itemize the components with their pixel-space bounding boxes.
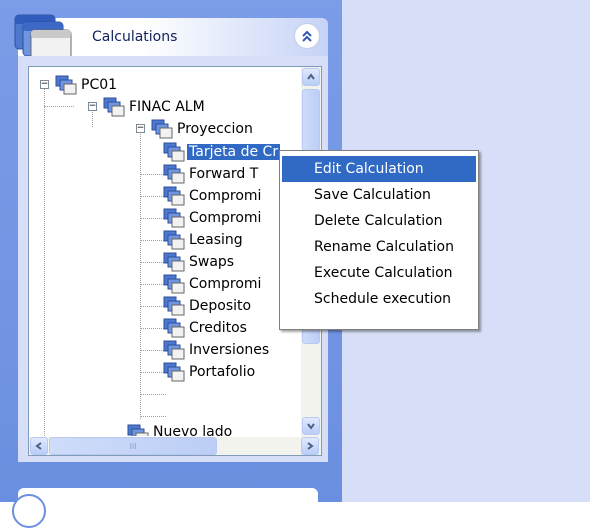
chevron-left-icon: [35, 442, 42, 450]
tree-line: [140, 416, 166, 417]
tree-node-partial[interactable]: Nuevo lado: [127, 424, 232, 436]
calculation-node-icon: [151, 119, 173, 139]
tree-node-label: Leasing: [189, 232, 243, 248]
calculation-node-icon: [127, 424, 149, 436]
tree-node-item[interactable]: Portafolio: [163, 361, 255, 383]
second-panel-icon: [12, 494, 46, 528]
menu-item-save-calculation[interactable]: Save Calculation: [282, 182, 476, 208]
menu-item-schedule-execution[interactable]: Schedule execution: [282, 286, 476, 312]
tree-node-root[interactable]: PC01: [55, 74, 117, 96]
panel-header[interactable]: Calculations: [12, 10, 328, 60]
tree-node-label: Deposito: [189, 298, 252, 314]
tree-node-label: Nuevo lado: [153, 424, 233, 436]
calculation-node-icon: [55, 75, 77, 95]
calculation-node-icon: [163, 296, 185, 316]
horizontal-scrollbar[interactable]: III: [29, 437, 321, 455]
menu-item-execute-calculation[interactable]: Execute Calculation: [282, 260, 476, 286]
scroll-down-button[interactable]: [302, 417, 320, 435]
tree-node-group[interactable]: Proyeccion: [151, 118, 253, 140]
scroll-up-button[interactable]: [302, 68, 320, 86]
tree-line: [140, 129, 141, 419]
scroll-left-button[interactable]: [30, 437, 48, 455]
tree-node-item[interactable]: Tarjeta de Cr: [163, 141, 281, 163]
tree-node-label: PC01: [81, 77, 118, 93]
chevron-up-icon: [307, 73, 315, 80]
tree-node-item[interactable]: Leasing: [163, 229, 243, 251]
scroll-thumb-horizontal[interactable]: III: [49, 437, 217, 455]
tree-node-label: Proyeccion: [177, 121, 253, 137]
tree-node-item[interactable]: Compromi: [163, 207, 261, 229]
tree-node-label: Compromi: [189, 188, 262, 204]
menu-item-rename-calculation[interactable]: Rename Calculation: [282, 234, 476, 260]
tree-node-label: Creditos: [189, 320, 247, 336]
calculation-node-icon: [163, 230, 185, 250]
calculations-tree: − − − PC01 FINAC ALM Proyeccion Tarjeta …: [28, 66, 322, 456]
menu-item-edit-calculation[interactable]: Edit Calculation: [282, 156, 476, 182]
tree-node-item[interactable]: Inversiones: [163, 339, 269, 361]
scroll-right-button[interactable]: [301, 437, 319, 455]
tree-node-label: Compromi: [189, 210, 262, 226]
calculation-node-icon: [163, 340, 185, 360]
menu-item-delete-calculation[interactable]: Delete Calculation: [282, 208, 476, 234]
calculation-node-icon: [163, 318, 185, 338]
tree-node-label: Inversiones: [189, 342, 270, 358]
calculation-node-icon: [163, 362, 185, 382]
tree-node-label: Tarjeta de Cr: [187, 144, 281, 160]
tree-node-item[interactable]: Compromi: [163, 185, 261, 207]
tree-node-label: Forward T: [189, 166, 259, 182]
calculation-node-icon: [163, 274, 185, 294]
second-panel-header[interactable]: [18, 488, 318, 518]
tree-line: [140, 394, 166, 395]
collapse-toggle[interactable]: −: [40, 80, 49, 89]
calculation-node-icon: [163, 142, 185, 162]
tree-node-item[interactable]: Forward T: [163, 163, 258, 185]
collapse-toggle[interactable]: −: [136, 124, 145, 133]
tree-node-label: Swaps: [189, 254, 235, 270]
tree-line: [44, 106, 74, 107]
tree-node-label: Compromi: [189, 276, 262, 292]
tree-line: [44, 85, 45, 450]
calculation-node-icon: [103, 97, 125, 117]
tree-node-item[interactable]: Deposito: [163, 295, 251, 317]
panel-title: Calculations: [92, 29, 178, 45]
scroll-grip: III: [129, 441, 137, 451]
tree-node-item[interactable]: Compromi: [163, 273, 261, 295]
calculation-node-icon: [163, 208, 185, 228]
chevron-down-icon: [307, 423, 315, 430]
tree-node-label: FINAC ALM: [129, 99, 205, 115]
double-chevron-up-icon: [302, 30, 312, 42]
context-menu: Edit Calculation Save Calculation Delete…: [279, 150, 479, 330]
collapse-button[interactable]: [294, 23, 320, 49]
tree-node-item[interactable]: Swaps: [163, 251, 234, 273]
calculation-node-icon: [163, 252, 185, 272]
tree-node-child[interactable]: FINAC ALM: [103, 96, 205, 118]
tree-node-label: Portafolio: [189, 364, 256, 380]
chevron-right-icon: [307, 442, 314, 450]
collapse-toggle[interactable]: −: [88, 102, 97, 111]
stacked-windows-icon: [14, 14, 72, 60]
calculation-node-icon: [163, 186, 185, 206]
calculation-node-icon: [163, 164, 185, 184]
tree-node-item[interactable]: Creditos: [163, 317, 247, 339]
